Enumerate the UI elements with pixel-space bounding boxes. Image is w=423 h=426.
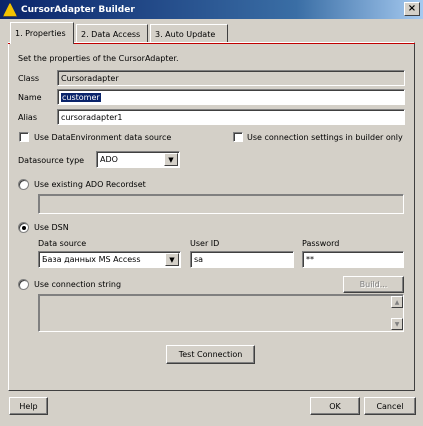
- chevron-down-icon[interactable]: ▼: [164, 153, 178, 166]
- tab-properties[interactable]: 1. Properties: [10, 22, 74, 44]
- help-button[interactable]: Help: [9, 397, 48, 415]
- tab-data-access[interactable]: 2. Data Access: [76, 24, 148, 43]
- connection-string-field[interactable]: [38, 294, 404, 332]
- chevron-down-icon[interactable]: ▼: [165, 253, 179, 266]
- build-button[interactable]: Build...: [343, 276, 404, 293]
- data-source-select[interactable]: База данных MS Access ▼: [38, 251, 181, 268]
- use-connection-string-radio[interactable]: [18, 279, 29, 290]
- instruction-text: Set the properties of the CursorAdapter.: [18, 54, 179, 63]
- use-ado-recordset-radio[interactable]: [18, 179, 29, 190]
- alias-input[interactable]: cursoradapter1: [57, 109, 405, 125]
- tab-properties-label: 1. Properties: [15, 29, 66, 38]
- data-source-value: База данных MS Access: [42, 255, 141, 264]
- datasource-type-select[interactable]: ADO ▼: [96, 151, 180, 168]
- datasource-type-value: ADO: [100, 155, 118, 164]
- password-input[interactable]: **: [302, 251, 404, 268]
- test-connection-button[interactable]: Test Connection: [166, 345, 255, 364]
- name-label: Name: [18, 93, 42, 102]
- class-field: Cursoradapter: [57, 70, 405, 86]
- title-bar: CursorAdapter Builder: [0, 0, 423, 19]
- name-value: customer: [61, 92, 101, 102]
- password-label: Password: [302, 239, 340, 248]
- tab-auto-update[interactable]: 3. Auto Update: [150, 24, 228, 43]
- cancel-button[interactable]: Cancel: [364, 397, 416, 415]
- use-dataenv-checkbox[interactable]: [19, 132, 29, 142]
- class-value: Cursoradapter: [61, 73, 119, 83]
- use-conn-settings-label: Use connection settings in builder only: [247, 133, 403, 142]
- ok-button[interactable]: OK: [310, 397, 360, 415]
- user-id-value: sa: [194, 255, 204, 264]
- class-label: Class: [18, 74, 40, 83]
- use-dataenv-label: Use DataEnvironment data source: [34, 133, 172, 142]
- app-icon: [3, 2, 17, 17]
- scroll-down-icon[interactable]: ▼: [391, 318, 403, 330]
- use-dsn-label: Use DSN: [34, 223, 69, 232]
- use-dsn-radio[interactable]: [18, 222, 29, 233]
- password-value: **: [306, 255, 314, 264]
- use-ado-recordset-label: Use existing ADO Recordset: [34, 180, 146, 189]
- user-id-input[interactable]: sa: [190, 251, 294, 268]
- name-input[interactable]: customer: [57, 89, 405, 105]
- scroll-up-icon[interactable]: ▲: [391, 296, 403, 308]
- tab-auto-update-label: 3. Auto Update: [155, 29, 216, 39]
- radio-selected-dot: [21, 225, 26, 230]
- use-connection-string-label: Use connection string: [34, 280, 122, 289]
- use-conn-settings-checkbox[interactable]: [233, 132, 243, 142]
- data-source-label: Data source: [38, 239, 87, 248]
- tab-data-access-label: 2. Data Access: [81, 29, 141, 39]
- datasource-type-label: Datasource type: [18, 156, 85, 165]
- close-button[interactable]: ×: [404, 2, 420, 16]
- alias-value: cursoradapter1: [61, 112, 123, 122]
- alias-label: Alias: [18, 113, 37, 122]
- user-id-label: User ID: [190, 239, 220, 248]
- window-title: CursorAdapter Builder: [21, 4, 135, 15]
- ado-recordset-field: [38, 194, 404, 214]
